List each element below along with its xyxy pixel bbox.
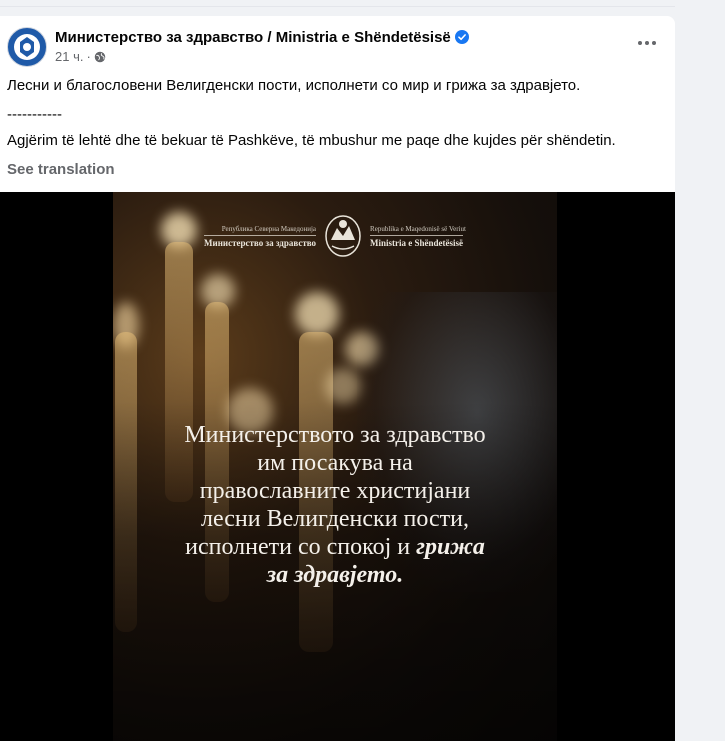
logo-left-big: Министерство за здравство bbox=[204, 234, 317, 248]
post-timestamp[interactable]: 21 ч. bbox=[55, 49, 83, 64]
poster-line-emphasis: грижа bbox=[416, 534, 485, 560]
ministry-logo: Република Северна Македонија Министерств… bbox=[113, 214, 557, 258]
page-name-link[interactable]: Министерство за здравство / Ministria e … bbox=[55, 29, 469, 46]
poster-line: православните христијани bbox=[199, 478, 471, 504]
poster-message: Министерството за здравство им посакува … bbox=[113, 421, 557, 589]
page-name[interactable]: Министерство за здравство / Ministria e … bbox=[55, 29, 451, 46]
more-dot bbox=[652, 41, 656, 45]
more-dot bbox=[645, 41, 649, 45]
post-text-mk: Лесни и благословени Велигденски пости, … bbox=[7, 77, 581, 94]
meta-separator: · bbox=[86, 49, 91, 64]
post-text-sq: Agjërim të lehtë dhe të bekuar të Pashkë… bbox=[7, 132, 616, 149]
post-image[interactable]: Република Северна Македонија Министерств… bbox=[113, 192, 557, 741]
post-card: Министерство за здравство / Ministria e … bbox=[0, 16, 675, 741]
verified-badge-icon bbox=[454, 30, 469, 44]
candle-flame bbox=[295, 292, 339, 336]
logo-right-big: Ministria e Shëndetësisë bbox=[370, 234, 464, 248]
post-text-divider: ----------- bbox=[7, 106, 62, 123]
poster-line-normal: исполнети со спокој и bbox=[185, 534, 411, 560]
feed-top-strip bbox=[0, 0, 675, 7]
see-translation-link[interactable]: See translation bbox=[7, 161, 115, 178]
poster-line: им посакува на bbox=[257, 450, 413, 476]
poster-line: за здравјето. bbox=[113, 561, 557, 589]
more-dot bbox=[638, 41, 642, 45]
crest-icon bbox=[14, 34, 40, 60]
candle-flame bbox=[325, 368, 361, 404]
post-media[interactable]: Република Северна Македонија Министерств… bbox=[0, 192, 675, 741]
poster-line: Министерството за здравство bbox=[184, 422, 486, 448]
page-avatar[interactable] bbox=[7, 27, 47, 67]
globe-icon[interactable] bbox=[94, 51, 106, 63]
poster-line-emphasis: за здравјето. bbox=[266, 562, 404, 588]
post-header: Министерство за здравство / Ministria e … bbox=[7, 27, 675, 67]
poster-line: лесни Велигденски пости, bbox=[201, 506, 469, 532]
poster-line: исполнети со спокој и грижа bbox=[113, 533, 557, 561]
logo-left: Република Северна Македонија Министерств… bbox=[204, 224, 317, 248]
post-meta: 21 ч. · bbox=[55, 49, 106, 64]
logo-right: Republika e Maqedonisë së Veriut Ministr… bbox=[370, 225, 466, 248]
logo-right-small: Republika e Maqedonisë së Veriut bbox=[370, 224, 466, 233]
logo-left-small: Република Северна Македонија bbox=[221, 224, 317, 233]
more-options-icon[interactable] bbox=[635, 33, 659, 53]
coat-of-arms-icon bbox=[325, 215, 361, 257]
